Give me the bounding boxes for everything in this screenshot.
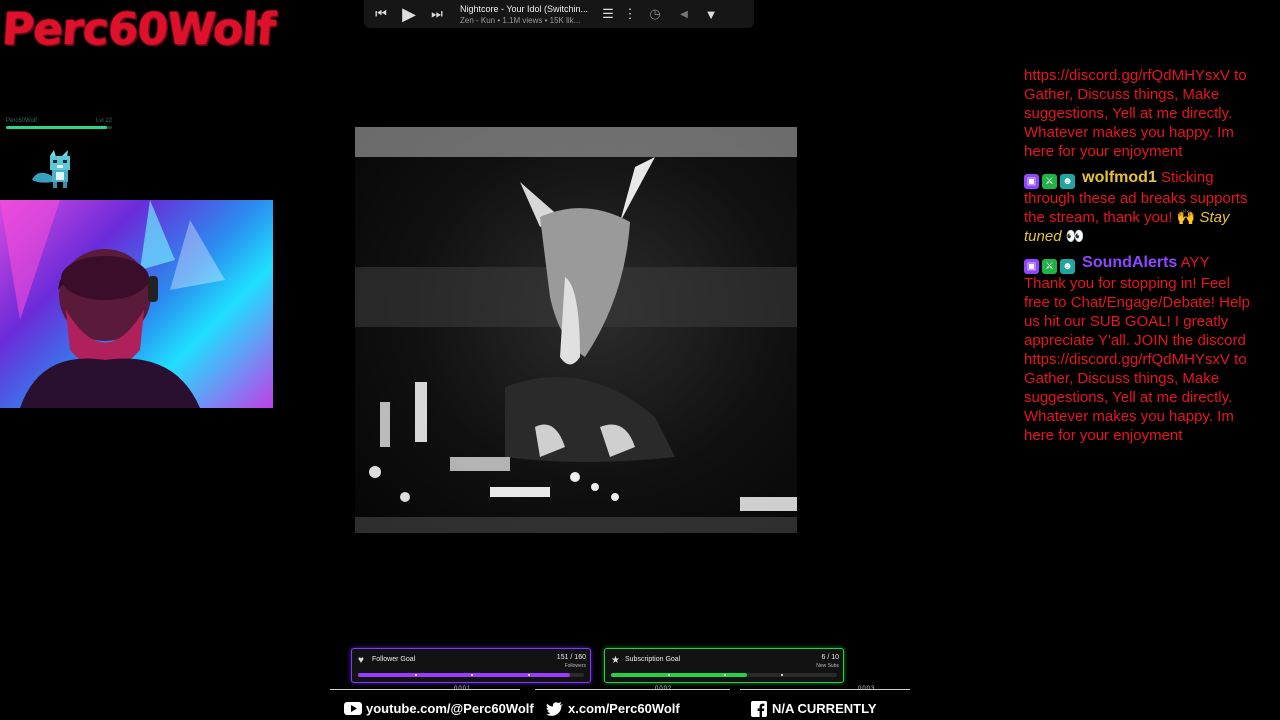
facebook-link-text: N/A CURRENTLY — [772, 701, 877, 716]
level-widget: Perc60Wolf Lvl 22 — [6, 118, 112, 129]
queue-icon: ☰ — [602, 6, 614, 21]
subscription-goal-progress-bar — [611, 673, 837, 677]
eyes-emoji-icon: 👀 — [1065, 228, 1085, 245]
twitter-bird-icon — [546, 701, 564, 716]
previous-button[interactable]: ⏮ — [368, 6, 394, 22]
chat-message: ▣ ⚔ ☻ wolfmod1 Sticking through these ad b… — [1024, 168, 1254, 246]
heart-icon: ♥ — [358, 655, 364, 666]
chat-username[interactable]: wolfmod1 — [1082, 169, 1157, 186]
back-icon: ◀ — [680, 8, 688, 20]
chat-username[interactable]: SoundAlerts — [1082, 254, 1177, 271]
follower-goal-widget: ♥ Follower Goal 151 / 160 Followers — [351, 648, 591, 683]
chat-message: ▣ ⚔ ☻ SoundAlerts AYY Thank you for stoppi… — [1024, 253, 1254, 445]
subscription-goal-unit: New Subs — [816, 663, 839, 669]
follower-goal-progress-bar — [358, 673, 584, 677]
channel-logo: Perc60Wolf — [0, 4, 277, 55]
play-button[interactable]: ▶ — [394, 4, 424, 25]
queue-button[interactable]: ☰ — [594, 6, 622, 22]
star-icon: ★ — [611, 655, 620, 666]
milestone-dot — [780, 674, 783, 676]
timer-icon: ◷ — [649, 6, 661, 21]
twitter-link-text: x.com/Perc60Wolf — [568, 701, 680, 716]
youtube-link[interactable]: youtube.com/@Perc60Wolf — [344, 701, 534, 716]
follower-goal-label: Follower Goal — [372, 656, 416, 663]
follower-goal-count: 151 / 160 — [556, 654, 586, 661]
track-subtitle: Zen - Kun • 1.1M views • 15K lik... — [460, 15, 581, 25]
fox-sprite-icon — [32, 150, 70, 188]
twitch-badge-icon: ▣ — [1024, 174, 1039, 189]
track-info[interactable]: Nightcore - Your Idol (Switchin... Zen -… — [460, 4, 588, 25]
level-progress-bar — [6, 126, 112, 129]
facebook-link[interactable]: N/A CURRENTLY — [750, 700, 877, 717]
back-button[interactable]: ◀ — [672, 9, 696, 20]
level-progress-fill — [6, 126, 107, 129]
twitter-link[interactable]: x.com/Perc60Wolf — [546, 701, 680, 716]
twitch-badge-icon: ▣ — [1024, 259, 1039, 274]
social-links-bar: 0001 0002 0003 youtube.com/@Perc60Wolf x… — [330, 686, 910, 720]
raised-hands-emoji-icon: 🙌 — [1176, 209, 1196, 226]
more-button[interactable]: ⋮ — [622, 6, 638, 22]
media-player: ⏮ ▶ ⏭ Nightcore - Your Idol (Switchin...… — [364, 0, 754, 28]
youtube-link-text: youtube.com/@Perc60Wolf — [366, 701, 534, 716]
previous-icon: ⏮ — [375, 6, 387, 21]
dropdown-icon: ▼ — [704, 6, 718, 22]
facebook-icon — [750, 700, 768, 717]
more-icon: ⋮ — [623, 6, 637, 21]
social-index: 0002 — [655, 686, 673, 692]
follower-goal-progress-fill — [358, 673, 571, 677]
milestone-dot — [471, 674, 473, 676]
timer-button[interactable]: ◷ — [638, 6, 672, 22]
mod-sword-badge-icon: ⚔ — [1042, 259, 1057, 274]
milestone-dot — [667, 674, 670, 676]
track-title: Nightcore - Your Idol (Switchin... — [460, 3, 588, 14]
subscription-goal-widget: ★ Subscription Goal 6 / 10 New Subs — [604, 648, 844, 683]
dropdown-button[interactable]: ▼ — [696, 7, 726, 22]
subscription-goal-count: 6 / 10 — [821, 654, 839, 661]
social-index: 0001 — [454, 686, 472, 692]
subscription-goal-progress-fill — [611, 673, 747, 677]
milestone-dot — [527, 674, 530, 676]
level-label: Lvl 22 — [95, 118, 112, 124]
youtube-icon — [344, 702, 362, 716]
chat-panel: https://discord.gg/rfQdMHYsxV to Gather,… — [1024, 66, 1254, 452]
play-icon: ▶ — [402, 3, 416, 24]
follower-goal-unit: Followers — [564, 663, 586, 669]
chat-message-text: https://discord.gg/rfQdMHYsxV to Gather,… — [1024, 67, 1247, 160]
social-index: 0003 — [858, 686, 876, 692]
subscription-goal-label: Subscription Goal — [625, 656, 681, 663]
webcam-feed — [0, 200, 273, 408]
milestone-dot — [724, 674, 726, 676]
chat-message-text: AYY Thank you for stopping in! Feel free… — [1024, 254, 1250, 444]
bot-badge-icon: ☻ — [1060, 174, 1075, 189]
chat-message: https://discord.gg/rfQdMHYsxV to Gather,… — [1024, 66, 1254, 161]
bot-badge-icon: ☻ — [1060, 259, 1075, 274]
next-icon: ⏭ — [431, 6, 443, 21]
next-button[interactable]: ⏭ — [424, 6, 450, 22]
stream-overlay: Perc60Wolf Perc60Wolf Lvl 22 ⏮ ▶ ⏭ Night… — [0, 0, 1280, 720]
wolf-artwork-image — [355, 127, 797, 533]
wolf-artwork — [355, 127, 797, 533]
level-name: Perc60Wolf — [6, 118, 37, 124]
webcam-scene — [0, 200, 225, 408]
milestone-dot — [414, 674, 417, 676]
mod-sword-badge-icon: ⚔ — [1042, 174, 1057, 189]
